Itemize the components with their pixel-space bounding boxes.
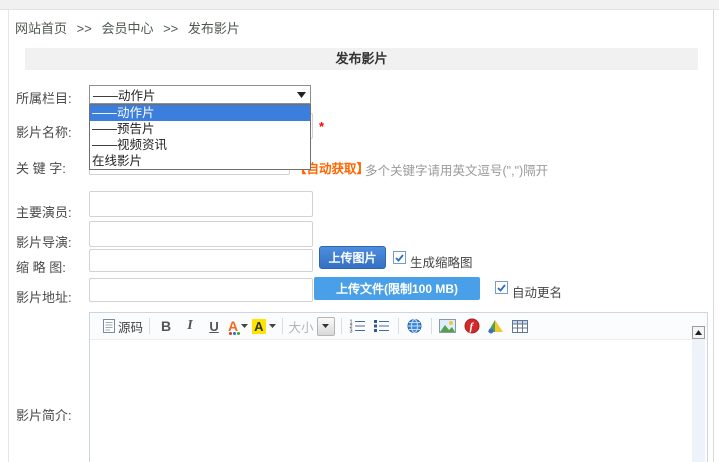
editor-scrollbar[interactable] <box>692 326 705 462</box>
actors-input[interactable] <box>89 191 313 217</box>
category-option-video-news[interactable]: ——视频资讯 <box>90 137 310 153</box>
generate-thumbnail-label: 生成缩略图 <box>410 256 473 270</box>
insert-link-button[interactable] <box>403 315 427 337</box>
chevron-down-icon <box>268 324 276 328</box>
media-icon <box>488 319 504 333</box>
movie-name-label: 影片名称: <box>16 125 72 140</box>
globe-icon <box>407 319 422 333</box>
auto-rename-checkbox[interactable] <box>495 281 508 294</box>
editor-body[interactable] <box>91 340 706 462</box>
category-option-action[interactable]: ——动作片 <box>90 105 310 121</box>
font-size-label: 大小 <box>288 320 314 335</box>
highlight-color-icon: A <box>252 318 266 334</box>
breadcrumb-separator: >> <box>163 21 179 36</box>
breadcrumb-separator: >> <box>76 21 92 36</box>
insert-flash-button[interactable]: f <box>460 315 484 337</box>
toolbar-divider <box>149 318 151 334</box>
image-icon <box>439 319 457 333</box>
font-size-select[interactable]: 大小 <box>288 316 335 336</box>
ordered-list-icon: 123 <box>350 320 366 334</box>
actors-label: 主要演员: <box>16 205 72 220</box>
text-color-icon: A <box>228 318 241 335</box>
category-option-online-movie[interactable]: 在线影片 <box>90 153 310 169</box>
italic-button[interactable]: I <box>178 315 202 337</box>
thumbnail-label: 缩 略 图: <box>16 260 66 275</box>
highlight-color-button[interactable]: A <box>250 315 277 337</box>
page-title: 发布影片 <box>25 48 698 70</box>
insert-image-button[interactable] <box>436 315 460 337</box>
table-icon <box>511 319 528 333</box>
breadcrumb: 网站首页 >> 会员中心 >> 发布影片 <box>15 18 240 37</box>
source-code-label: 源码 <box>118 320 144 335</box>
font-size-dropdown-button[interactable] <box>316 316 335 336</box>
breadcrumb-current: 发布影片 <box>187 21 240 36</box>
category-option-trailer[interactable]: ——预告片 <box>90 121 310 137</box>
toolbar-divider <box>340 318 342 334</box>
source-code-button[interactable]: 源码 <box>98 315 145 337</box>
ordered-list-button[interactable]: 123 <box>346 315 370 337</box>
publish-movie-page: 网站首页 >> 会员中心 >> 发布影片 发布影片 所属栏目: ——动作片 ——… <box>0 0 719 462</box>
breadcrumb-home-link[interactable]: 网站首页 <box>15 21 67 36</box>
rich-text-editor: 源码 B I U A A 大小 1 2 3 f <box>89 312 708 462</box>
keywords-hint: 多个关键字请用英文逗号(",")隔开 <box>365 164 549 178</box>
required-mark: * <box>319 119 325 134</box>
top-strip <box>0 0 719 10</box>
toolbar-divider <box>397 318 399 334</box>
thumbnail-input[interactable] <box>89 249 313 272</box>
category-selected-value: ——动作片 <box>93 89 156 103</box>
underline-button[interactable]: U <box>202 315 226 337</box>
flash-icon: f <box>464 318 480 334</box>
chevron-down-icon <box>241 324 249 328</box>
category-dropdown-list: ——动作片 ——预告片 ——视频资讯 在线影片 <box>89 104 311 170</box>
svg-text:3: 3 <box>350 329 353 334</box>
upload-file-button[interactable]: 上传文件(限制100 MB) <box>314 277 480 300</box>
unordered-list-button[interactable] <box>370 315 394 337</box>
scroll-up-button[interactable] <box>692 326 705 339</box>
upload-image-button[interactable]: 上传图片 <box>319 246 386 269</box>
category-label: 所属栏目: <box>16 91 72 106</box>
keywords-label: 关 键 字: <box>16 161 66 176</box>
auto-rename-label: 自动更名 <box>512 286 563 300</box>
chevron-down-icon <box>297 91 310 98</box>
content-panel: 网站首页 >> 会员中心 >> 发布影片 发布影片 所属栏目: ——动作片 ——… <box>8 10 714 462</box>
bold-button[interactable]: B <box>154 315 178 337</box>
text-color-button[interactable]: A <box>226 315 250 337</box>
director-label: 影片导演: <box>16 235 72 250</box>
category-select[interactable]: ——动作片 <box>89 85 311 104</box>
intro-label: 影片简介: <box>16 408 72 423</box>
insert-table-button[interactable] <box>508 315 532 337</box>
unordered-list-icon <box>374 320 390 332</box>
arrow-up-icon <box>695 330 702 335</box>
movie-url-label: 影片地址: <box>16 290 72 305</box>
editor-toolbar: 源码 B I U A A 大小 1 2 3 f <box>90 313 707 340</box>
director-input[interactable] <box>89 221 313 247</box>
toolbar-divider <box>430 318 432 334</box>
insert-media-button[interactable] <box>484 315 508 337</box>
toolbar-divider <box>281 318 283 334</box>
generate-thumbnail-checkbox[interactable] <box>393 251 406 264</box>
movie-url-input[interactable] <box>89 278 313 302</box>
breadcrumb-member-center-link[interactable]: 会员中心 <box>101 21 153 36</box>
source-page-icon <box>103 319 115 333</box>
